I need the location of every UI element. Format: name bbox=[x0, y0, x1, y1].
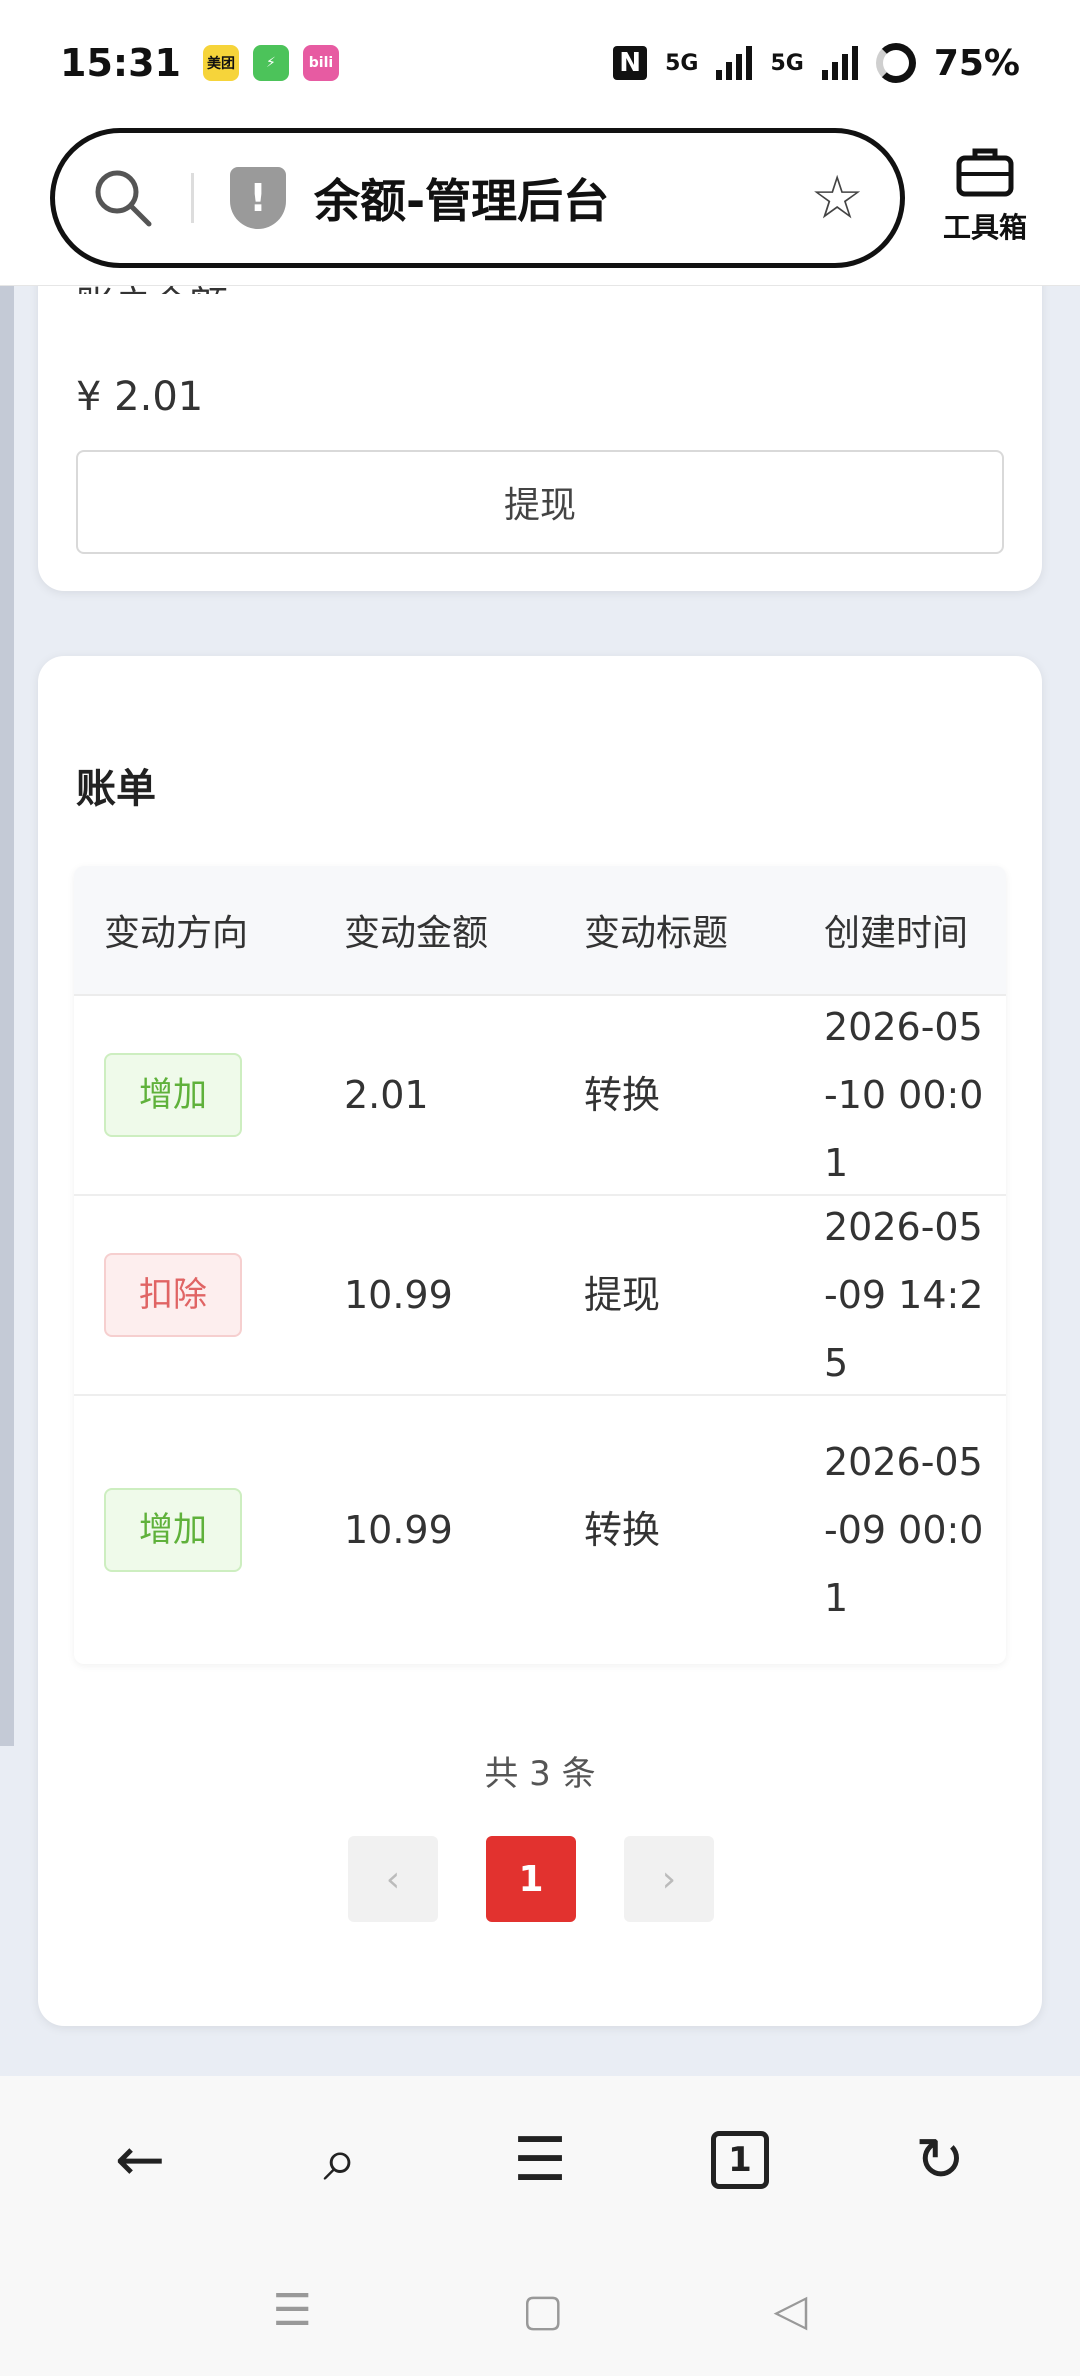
direction-tag-deduct: 扣除 bbox=[104, 1253, 242, 1337]
table-row: 增加 10.99 转换 2026-05 -09 00:0 1 bbox=[74, 1396, 1006, 1664]
refresh-icon[interactable]: ↻ bbox=[900, 2120, 980, 2200]
time-cell: 2026-05 -09 00:0 1 bbox=[824, 1440, 984, 1620]
toolbox-button[interactable]: 工具箱 bbox=[930, 146, 1040, 246]
browser-address-row: ! 余额-管理后台 ☆ 工具箱 bbox=[0, 126, 1080, 286]
column-header-amount: 变动金额 bbox=[344, 913, 489, 954]
direction-cell: 增加 bbox=[74, 1488, 314, 1572]
balance-label: 账户余额 bbox=[76, 286, 228, 294]
total-count: 共 3 条 bbox=[484, 1754, 596, 1794]
battery-icon bbox=[875, 43, 916, 83]
home-icon[interactable]: ▢ bbox=[522, 2285, 564, 2336]
site-warning-shield-icon[interactable]: ! bbox=[230, 167, 286, 229]
status-bar: 15:31 美团 ⚡ bili N 5G 5G 75% bbox=[0, 0, 1080, 126]
menu-icon[interactable]: ☰ bbox=[500, 2120, 580, 2200]
status-app-icons: 美团 ⚡ bili bbox=[202, 45, 339, 81]
system-navigation-bar: ☰ ▢ ◁ bbox=[0, 2244, 1080, 2376]
direction-cell: 扣除 bbox=[74, 1253, 314, 1337]
balance-card: 账户余额 ¥ 2.01 提现 bbox=[38, 286, 1042, 591]
network-label-2: 5G bbox=[770, 50, 804, 76]
next-page-button[interactable]: › bbox=[624, 1836, 714, 1922]
address-divider bbox=[191, 173, 194, 223]
nfc-icon: N bbox=[613, 46, 648, 80]
bill-card: 账单 变动方向 变动金额 变动标题 创建时间 增加 2.01 转换 2026-0… bbox=[38, 656, 1042, 2026]
tabs-count: 1 bbox=[711, 2131, 769, 2189]
column-header-direction: 变动方向 bbox=[104, 913, 249, 954]
screen: 15:31 美团 ⚡ bili N 5G 5G 75% ! 余额-管理后台 ☆ bbox=[0, 0, 1080, 2376]
column-header-time: 创建时间 bbox=[824, 913, 969, 954]
tabs-button[interactable]: 1 bbox=[700, 2120, 780, 2200]
search-icon[interactable]: ⌕ bbox=[300, 2120, 380, 2200]
bill-table: 变动方向 变动金额 变动标题 创建时间 增加 2.01 转换 2026-05 -… bbox=[74, 866, 1006, 1664]
direction-tag-add: 增加 bbox=[104, 1488, 242, 1572]
toolbox-icon bbox=[956, 148, 1014, 197]
side-drawer-edge bbox=[0, 286, 14, 1746]
browser-bottom-bar: ← ⌕ ☰ 1 ↻ bbox=[0, 2076, 1080, 2244]
page-1-button[interactable]: 1 bbox=[486, 1836, 576, 1922]
page-title[interactable]: 余额-管理后台 bbox=[314, 165, 609, 231]
direction-cell: 增加 bbox=[74, 1053, 314, 1137]
meituan-app-icon: 美团 bbox=[202, 45, 239, 81]
column-header-title: 变动标题 bbox=[584, 913, 729, 954]
amount-cell: 10.99 bbox=[344, 1273, 453, 1317]
title-cell: 转换 bbox=[584, 1073, 661, 1117]
withdraw-button[interactable]: 提现 bbox=[76, 450, 1004, 554]
table-row: 增加 2.01 转换 2026-05 -10 00:01 bbox=[74, 996, 1006, 1196]
prev-page-button[interactable]: ‹ bbox=[348, 1836, 438, 1922]
time-cell: 2026-05 -09 14:25 bbox=[824, 1205, 984, 1385]
table-row: 扣除 10.99 提现 2026-05 -09 14:25 bbox=[74, 1196, 1006, 1396]
back-arrow-icon[interactable]: ← bbox=[100, 2120, 180, 2200]
status-right: N 5G 5G 75% bbox=[613, 43, 1020, 84]
toolbox-label: 工具箱 bbox=[942, 211, 1027, 244]
recent-apps-icon[interactable]: ☰ bbox=[273, 2285, 312, 2336]
address-bar[interactable]: ! 余额-管理后台 ☆ bbox=[50, 128, 905, 268]
system-back-icon[interactable]: ◁ bbox=[774, 2285, 808, 2336]
signal-icon-2 bbox=[821, 46, 858, 80]
bill-title: 账单 bbox=[76, 766, 156, 812]
search-icon[interactable] bbox=[91, 166, 155, 230]
battery-level: 75% bbox=[933, 42, 1020, 84]
bilibili-app-icon: bili bbox=[302, 45, 339, 81]
amount-cell: 10.99 bbox=[344, 1508, 453, 1552]
amount-cell: 2.01 bbox=[344, 1073, 429, 1117]
signal-icon-1 bbox=[716, 46, 753, 80]
network-label-1: 5G bbox=[665, 50, 699, 76]
time-cell: 2026-05 -10 00:01 bbox=[824, 1005, 984, 1185]
title-cell: 转换 bbox=[584, 1508, 661, 1552]
table-header: 变动方向 变动金额 变动标题 创建时间 bbox=[74, 866, 1006, 996]
title-cell: 提现 bbox=[584, 1273, 661, 1317]
direction-tag-add: 增加 bbox=[104, 1053, 242, 1137]
page-content[interactable]: 账户余额 ¥ 2.01 提现 账单 变动方向 变动金额 变动标题 创建时间 增加… bbox=[0, 286, 1080, 2076]
bookmark-star-icon[interactable]: ☆ bbox=[810, 163, 864, 233]
pagination: ‹ 1 › bbox=[348, 1836, 714, 1922]
balance-amount: ¥ 2.01 bbox=[76, 374, 204, 420]
security-app-icon: ⚡ bbox=[252, 45, 289, 81]
status-time: 15:31 bbox=[60, 41, 181, 85]
